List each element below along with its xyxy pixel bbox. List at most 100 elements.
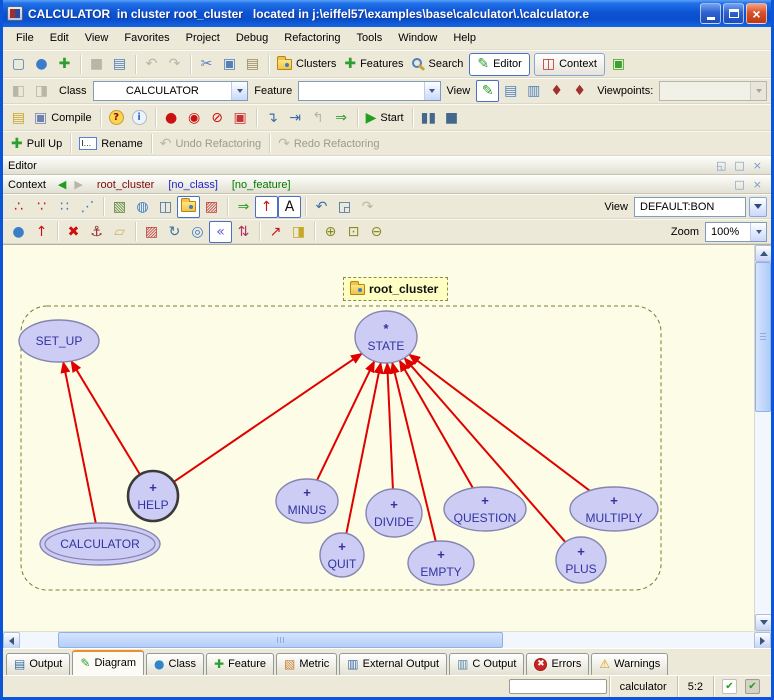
scroll-right-button[interactable]: [754, 632, 771, 649]
tab-errors[interactable]: ✖Errors: [526, 653, 589, 675]
inheritance-links-toggle[interactable]: ↑: [255, 196, 278, 218]
disable-breakpoints-icon[interactable]: ⊘: [206, 107, 229, 129]
features-button[interactable]: ✚Features: [340, 53, 407, 75]
zoom-out-icon[interactable]: ⊖: [365, 221, 388, 243]
class-node-quit[interactable]: +QUIT: [320, 533, 364, 577]
minimize-button[interactable]: [700, 3, 721, 24]
tab-c-output[interactable]: ▥C Output: [449, 653, 524, 675]
ellipse-cluster-icon[interactable]: ◎: [186, 221, 209, 243]
tab-external-output[interactable]: ▥External Output: [339, 653, 447, 675]
create-links-icon[interactable]: ⇒: [232, 196, 255, 218]
inheritance-edge-divide-state[interactable]: [387, 363, 393, 489]
vertical-scrollbar[interactable]: [754, 245, 771, 631]
inheritance-edge-help-set_up[interactable]: [71, 361, 140, 475]
class-node-calculator[interactable]: CALCULATOR: [40, 523, 160, 565]
class-combo[interactable]: CALCULATOR: [93, 81, 249, 101]
class-node-minus[interactable]: +MINUS: [276, 479, 338, 523]
stop-icon[interactable]: ■: [440, 107, 463, 129]
remove-anchor-icon[interactable]: ⚓: [85, 221, 108, 243]
scroll-left-button[interactable]: [3, 632, 20, 649]
pull-up-button[interactable]: ✚Pull Up: [7, 133, 66, 155]
class-node-set_up[interactable]: SET_UP: [19, 320, 99, 362]
horizontal-scroll-thumb[interactable]: [58, 632, 503, 648]
pause-icon[interactable]: ▮▮: [417, 107, 440, 129]
new-inheritance-tool-icon[interactable]: ↑: [30, 221, 53, 243]
maximize-button[interactable]: [723, 3, 744, 24]
tab-warnings[interactable]: ⚠Warnings: [591, 653, 668, 675]
erase-icon[interactable]: ▱: [108, 221, 131, 243]
delete-icon[interactable]: ✖: [62, 221, 85, 243]
context-close-icon[interactable]: ×: [749, 177, 766, 193]
new-feature-icon[interactable]: ✚: [53, 53, 76, 75]
cut-icon[interactable]: ✂: [195, 53, 218, 75]
diagram-view-drop-button[interactable]: [749, 197, 767, 217]
class-node-multiply[interactable]: +MULTIPLY: [570, 487, 658, 531]
basic-text-view-toggle[interactable]: ✎: [476, 80, 499, 102]
rename-button[interactable]: I…Rename: [75, 133, 147, 155]
uml-view-icon[interactable]: ◫: [154, 196, 177, 218]
menu-edit[interactable]: Edit: [42, 29, 77, 47]
cluster-label[interactable]: root_cluster: [343, 277, 448, 301]
collapse-links-icon[interactable]: ⋰: [76, 196, 99, 218]
inheritance-edge-help-state[interactable]: [174, 353, 362, 481]
pick-breakpoint-icon[interactable]: ◉: [183, 107, 206, 129]
step-over-icon[interactable]: ⇥: [284, 107, 307, 129]
export-layout-icon[interactable]: ◍: [131, 196, 154, 218]
project-settings-icon[interactable]: ▤: [7, 107, 30, 129]
feature-combo[interactable]: [298, 81, 440, 101]
pane-float-icon[interactable]: ◱: [712, 158, 730, 174]
diagram-view-combo[interactable]: DEFAULT:BON: [634, 197, 746, 217]
tab-diagram[interactable]: ✎Diagram: [72, 650, 144, 675]
menu-debug[interactable]: Debug: [228, 29, 276, 47]
tab-feature[interactable]: ✚Feature: [206, 653, 274, 675]
class-node-state[interactable]: *STATE: [355, 311, 417, 363]
pane-close-icon[interactable]: ×: [749, 158, 766, 174]
supplier-links-icon[interactable]: ∴: [7, 196, 30, 218]
external-commands-icon[interactable]: ▣: [607, 53, 630, 75]
paste-icon[interactable]: ▤: [241, 53, 264, 75]
new-class-tool-icon[interactable]: ●: [7, 221, 30, 243]
tab-metric[interactable]: ▧Metric: [276, 653, 337, 675]
menu-file[interactable]: File: [8, 29, 42, 47]
clusters-toggle[interactable]: [177, 196, 200, 218]
clickable-view-icon[interactable]: ▤: [499, 80, 522, 102]
class-colors-icon[interactable]: ▨: [200, 196, 223, 218]
run-no-debug-icon[interactable]: ⇒: [330, 107, 353, 129]
tab-class[interactable]: ●Class: [146, 653, 204, 675]
feature-combo-arrow-icon[interactable]: [424, 82, 440, 100]
context-crumb-2[interactable]: [no_feature]: [232, 179, 291, 191]
compile-button[interactable]: ▣Compile: [30, 107, 96, 129]
class-node-divide[interactable]: +DIVIDE: [366, 489, 422, 537]
class-node-help[interactable]: +HELP: [128, 471, 178, 521]
menu-view[interactable]: View: [77, 29, 117, 47]
context-crumb-1[interactable]: [no_class]: [168, 179, 218, 191]
straighten-links-icon[interactable]: ⇅: [232, 221, 255, 243]
context-back-icon[interactable]: ◀: [54, 177, 70, 193]
zoom-combo[interactable]: 100%: [705, 222, 767, 242]
info-icon[interactable]: i: [128, 107, 151, 129]
diagram-history-icon[interactable]: ◲: [333, 196, 356, 218]
scroll-down-button[interactable]: [755, 614, 772, 631]
new-class-icon[interactable]: ●: [30, 53, 53, 75]
menu-project[interactable]: Project: [178, 29, 228, 47]
flat-view-icon[interactable]: ▥: [522, 80, 545, 102]
labels-toggle[interactable]: A: [278, 196, 301, 218]
zoom-in-icon[interactable]: ⊕: [319, 221, 342, 243]
title-bar[interactable]: CALCULATOR in cluster root_cluster locat…: [3, 0, 771, 27]
last-error-icon[interactable]: ?: [105, 107, 128, 129]
export-png-icon[interactable]: ▧: [108, 196, 131, 218]
menu-window[interactable]: Window: [390, 29, 445, 47]
class-combo-arrow-icon[interactable]: [231, 82, 247, 100]
context-crumb-0[interactable]: root_cluster: [97, 179, 154, 191]
contract-view-icon[interactable]: ♦: [545, 80, 568, 102]
inheritance-edge-calculator-set_up[interactable]: [63, 362, 96, 523]
context-toggle[interactable]: ◫Context: [534, 53, 605, 76]
diagram-canvas[interactable]: SET_UP *STATE +HELPCALCULATOR +MINUS +QUIT+D…: [3, 245, 754, 631]
vertical-scroll-track[interactable]: [755, 262, 771, 614]
show-breakpoints-icon[interactable]: ▣: [229, 107, 252, 129]
class-node-question[interactable]: +QUESTION: [444, 487, 526, 531]
compiled-ok-icon[interactable]: ✔: [741, 676, 764, 698]
new-window-icon[interactable]: ▢: [7, 53, 30, 75]
diagram-undo-icon[interactable]: ↶: [310, 196, 333, 218]
fit-to-screen-icon[interactable]: ⊡: [342, 221, 365, 243]
